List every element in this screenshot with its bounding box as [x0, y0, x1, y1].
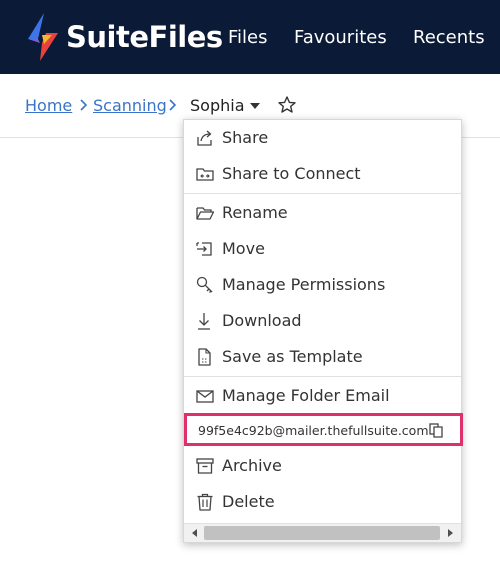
share-icon	[197, 130, 212, 146]
menu-item-move[interactable]: Move	[184, 232, 461, 266]
nav-files[interactable]: Files	[228, 27, 268, 48]
menu-item-label: Save as Template	[222, 347, 363, 366]
breadcrumb-current-folder: Sophia	[190, 96, 245, 115]
caret-down-icon[interactable]	[250, 103, 260, 109]
archive-icon	[196, 458, 214, 474]
menu-item-label: Move	[222, 239, 265, 258]
menu-item-download[interactable]: Download	[184, 304, 461, 338]
menu-item-delete[interactable]: Delete	[184, 485, 461, 519]
trash-icon	[197, 493, 213, 511]
brand-name: SuiteFiles	[66, 20, 223, 54]
top-bar: SuiteFiles Files Favourites Recents	[0, 0, 500, 74]
scrollbar-thumb[interactable]	[204, 526, 440, 540]
folder-email-address: 99f5e4c92b@mailer.thefullsuite.com	[184, 413, 463, 446]
horizontal-scrollbar[interactable]	[184, 523, 461, 542]
menu-divider	[184, 193, 461, 194]
menu-item-archive[interactable]: Archive	[184, 449, 461, 483]
menu-item-label: Share to Connect	[222, 164, 361, 183]
menu-item-manage-permissions[interactable]: Manage Permissions	[184, 268, 461, 302]
menu-item-share-to-connect[interactable]: Share to Connect	[184, 157, 461, 191]
star-icon[interactable]	[277, 95, 297, 115]
menu-item-label: Share	[222, 128, 269, 147]
folder-open-icon	[196, 207, 215, 220]
menu-item-manage-folder-email[interactable]: Manage Folder Email	[184, 379, 461, 413]
folder-context-menu: Share Share to Connect Rename Move Manag…	[183, 119, 463, 543]
breadcrumb-scanning[interactable]: Scanning	[93, 96, 167, 115]
scroll-right-arrow-icon[interactable]	[448, 529, 453, 537]
menu-item-label: Delete	[222, 492, 275, 511]
menu-item-label: Rename	[222, 203, 288, 222]
menu-item-label: Manage Permissions	[222, 275, 386, 294]
share-connect-icon	[196, 168, 214, 181]
scroll-left-arrow-icon[interactable]	[192, 529, 197, 537]
mail-icon	[196, 390, 214, 403]
menu-item-label: Archive	[222, 456, 282, 475]
menu-item-label: Download	[222, 311, 302, 330]
download-icon	[198, 313, 210, 330]
folder-email-text[interactable]: 99f5e4c92b@mailer.thefullsuite.com	[198, 423, 429, 438]
menu-item-share[interactable]: Share	[184, 121, 461, 155]
nav-favourites[interactable]: Favourites	[294, 27, 387, 48]
menu-item-label: Manage Folder Email	[222, 386, 390, 405]
move-icon	[196, 242, 212, 256]
menu-item-rename[interactable]: Rename	[184, 196, 461, 230]
menu-divider	[184, 376, 461, 377]
copy-icon[interactable]	[429, 423, 443, 438]
menu-item-save-as-template[interactable]: Save as Template	[184, 340, 461, 374]
suitefiles-logo-icon	[28, 13, 58, 61]
template-icon	[198, 348, 211, 366]
key-icon	[196, 276, 213, 293]
chevron-right-icon	[80, 99, 88, 111]
breadcrumb-home[interactable]: Home	[25, 96, 72, 115]
nav-recents[interactable]: Recents	[413, 27, 485, 48]
chevron-right-icon	[169, 99, 177, 111]
